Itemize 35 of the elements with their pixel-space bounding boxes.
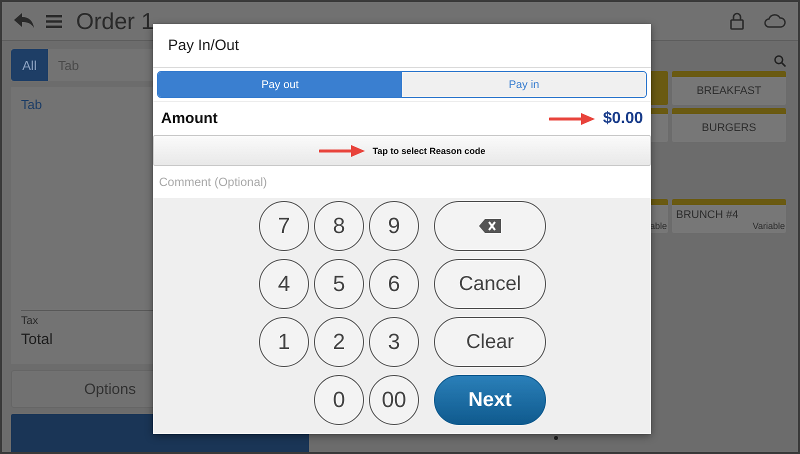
segment-tab[interactable]: Pay in [402, 72, 646, 97]
keypad-key[interactable]: 0 [314, 375, 364, 425]
keypad-key[interactable]: 6 [369, 259, 419, 309]
comment-field[interactable]: Comment (Optional) [153, 166, 651, 198]
backspace-button[interactable] [434, 201, 546, 251]
amount-label: Amount [161, 110, 218, 127]
keypad-key[interactable]: 00 [369, 375, 419, 425]
arrow-icon [548, 112, 595, 124]
keypad-key[interactable]: 3 [369, 317, 419, 367]
arrow-icon [318, 144, 365, 156]
amount-value: $0.00 [602, 110, 643, 128]
action-button[interactable]: Cancel [434, 259, 546, 309]
back-icon[interactable] [14, 13, 34, 29]
backspace-icon [479, 219, 501, 233]
lock-icon[interactable] [730, 12, 744, 30]
cloud-icon[interactable] [764, 14, 786, 28]
keypad-key[interactable]: 2 [314, 317, 364, 367]
page-dot-icon [554, 436, 558, 440]
total-label: Total [21, 331, 53, 348]
reason-code-button[interactable]: Tap to select Reason code [153, 135, 651, 166]
segment-tab[interactable]: Pay out [158, 72, 402, 97]
dialog-title: Pay In/Out [153, 24, 651, 68]
keypad-key[interactable]: 5 [314, 259, 364, 309]
keypad-key[interactable]: 9 [369, 201, 419, 251]
menu-icon[interactable] [46, 14, 62, 28]
order-title: Order 1 [76, 8, 154, 34]
filter-tab[interactable]: All [11, 49, 48, 81]
keypad-key[interactable]: 8 [314, 201, 364, 251]
keypad-key[interactable]: 7 [259, 201, 309, 251]
keypad-key[interactable]: 4 [259, 259, 309, 309]
keypad-key[interactable]: 1 [259, 317, 309, 367]
action-button[interactable]: Clear [434, 317, 546, 367]
next-button[interactable]: Next [434, 375, 546, 425]
search-icon[interactable] [774, 55, 786, 67]
tax-label: Tax [21, 315, 38, 327]
